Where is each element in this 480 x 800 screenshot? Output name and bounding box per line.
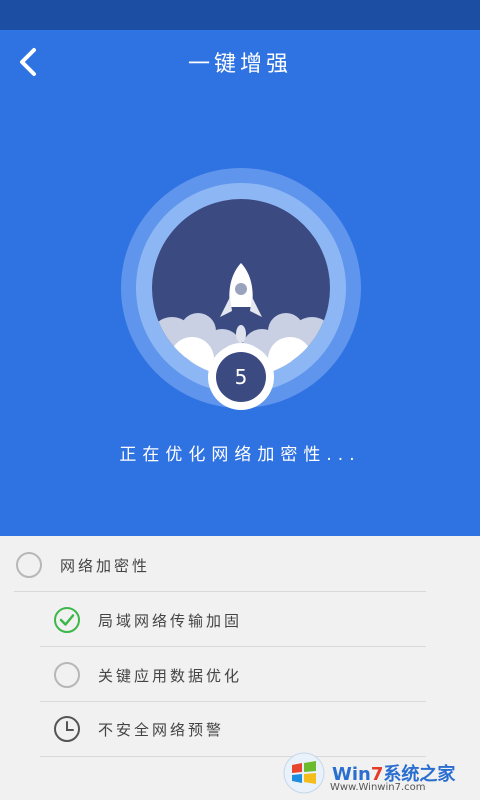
site-watermark: Win7系统之家 Www.Winwin7.com: [282, 746, 480, 800]
clock-icon: [52, 714, 82, 744]
spinner-circle-icon: [14, 550, 44, 580]
page-title: 一键增强: [187, 52, 292, 77]
optimization-status: 正在优化网络加密性...: [119, 445, 361, 465]
list-item-network-encryption[interactable]: 网络加密性: [14, 550, 150, 580]
divider: [14, 591, 426, 592]
windows-logo-icon: [283, 752, 325, 794]
list-item-app-data-optimization[interactable]: 关键应用数据优化: [52, 660, 242, 690]
divider: [40, 701, 426, 702]
list-item-label: 不安全网络预警: [98, 720, 225, 739]
watermark-url: Www.Winwin7.com: [330, 782, 426, 793]
loading-circle-icon: [52, 660, 82, 690]
status-bar: [0, 0, 480, 30]
hero-panel: 一键增强 5 正在优化网络加密性...: [0, 30, 480, 536]
countdown-value: 5: [216, 352, 266, 402]
list-item-label: 局域网络传输加固: [98, 611, 243, 630]
list-item-label: 关键应用数据优化: [98, 666, 243, 685]
list-item-unsafe-network-warning[interactable]: 不安全网络预警: [52, 714, 224, 744]
countdown-badge: 5: [208, 344, 274, 410]
check-circle-icon: [52, 605, 82, 635]
divider: [40, 646, 426, 647]
section-title: 网络加密性: [60, 556, 151, 575]
list-item-lan-hardening[interactable]: 局域网络传输加固: [52, 605, 242, 635]
